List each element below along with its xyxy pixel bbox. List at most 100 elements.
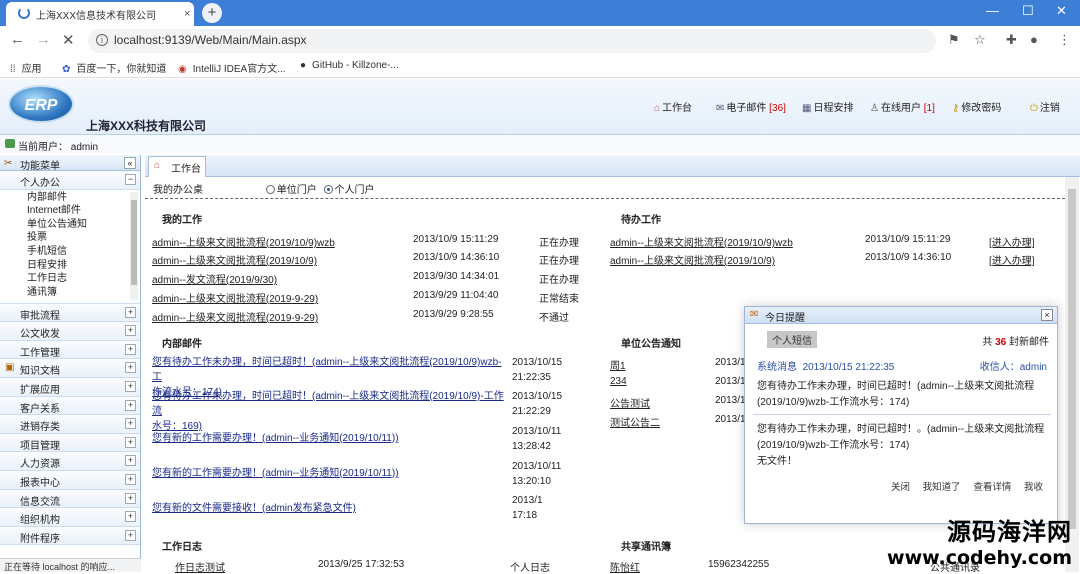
work-link[interactable]: admin--上级来文阅批流程(2019/10/9) [152, 252, 317, 267]
close-window-icon[interactable]: ✕ [1056, 3, 1067, 19]
watermark: 源码海洋网 www.codehy.com [887, 518, 1072, 569]
header-link-workbench[interactable]: ⌂ 工作台 [654, 99, 692, 114]
sidebar-section[interactable]: 附件程序 + [0, 526, 140, 546]
header-link-schedule[interactable]: ▦ 日程安排 [802, 99, 853, 114]
browser-tab[interactable]: 上海XXX信息技术有限公司 × [6, 2, 194, 26]
expand-plus-icon[interactable]: + [125, 380, 136, 392]
menu-icon[interactable]: ⋮ [1058, 32, 1071, 48]
sidebar-title: ✂ 功能菜单 « [0, 155, 140, 172]
popup-close-button[interactable]: × [1041, 309, 1053, 321]
address-bar[interactable]: i localhost:9139/Web/Main/Main.aspx [88, 29, 936, 53]
expand-plus-icon[interactable]: + [125, 529, 136, 541]
scroll-thumb[interactable] [131, 199, 137, 285]
expand-plus-icon[interactable]: + [125, 492, 136, 504]
sidebar-section[interactable]: 客户关系 + [0, 396, 140, 416]
expand-plus-icon[interactable]: + [125, 511, 136, 523]
sidebar-item[interactable]: 日程安排 [27, 259, 140, 273]
expand-plus-icon[interactable]: + [125, 399, 136, 411]
bookmark-intellij[interactable]: ◉ IntelliJ IDEA官方文... [178, 60, 286, 75]
new-tab-button[interactable]: + [202, 3, 222, 23]
sidebar-section[interactable]: 公文收发 + [0, 322, 140, 341]
bookmark-github[interactable]: ● GitHub - Killzone-... [300, 60, 399, 71]
sidebar-section[interactable]: 扩展应用 + [0, 377, 140, 397]
sidebar-section[interactable]: 报表中心 + [0, 470, 140, 490]
expand-plus-icon[interactable]: + [125, 455, 136, 467]
tab-workbench[interactable]: ⌂ 工作台 [148, 156, 206, 177]
popup-details-link[interactable]: 查看详情 [973, 482, 1011, 493]
expand-plus-icon[interactable]: + [125, 418, 136, 430]
notice-link[interactable]: 测试公告二 [610, 414, 660, 429]
github-icon: ● [300, 60, 307, 71]
forward-icon[interactable]: → [36, 31, 51, 48]
radio-personal-portal[interactable]: 个人门户 [323, 185, 375, 196]
expand-plus-icon[interactable]: + [125, 343, 136, 355]
back-icon[interactable]: ← [10, 31, 25, 48]
info-icon[interactable]: i [96, 34, 108, 46]
expand-plus-icon[interactable]: + [125, 436, 136, 448]
bookmark-baidu[interactable]: ✿ 百度一下，你就知道 [62, 60, 166, 75]
popup-message: 无文件！ [757, 456, 797, 467]
scroll-thumb[interactable] [1068, 189, 1076, 529]
mail-row[interactable]: 您有新的工作需要办理！(admin--业务通知(2019/10/11)) [152, 466, 507, 481]
popup-tab-sms[interactable]: 个人短信 [767, 331, 817, 348]
expand-plus-icon[interactable]: + [125, 362, 136, 374]
sidebar-item[interactable]: 工作日志 [27, 272, 140, 286]
sidebar-section[interactable]: ▣ 知识文档 + [0, 359, 140, 378]
enter-process-link[interactable]: [进入办理] [989, 234, 1035, 249]
profile-icon[interactable]: ● [1030, 32, 1038, 47]
tab-title: 上海XXX信息技术有限公司 [36, 11, 157, 22]
sidebar-section[interactable]: 组织机构 + [0, 508, 140, 527]
star-icon[interactable]: ☆ [974, 32, 986, 48]
notice-link[interactable]: 公告测试 [610, 395, 650, 410]
todo-link[interactable]: admin--上级来文阅批流程(2019/10/9) [610, 252, 775, 267]
radio-icon[interactable] [265, 185, 275, 194]
sidebar-section[interactable]: 人力资源 + [0, 452, 140, 471]
popup-close-link[interactable]: 关闭 [891, 482, 910, 493]
work-link[interactable]: admin--上级来文阅批流程(2019-9-29) [152, 309, 318, 324]
sidebar-scrollbar[interactable] [130, 191, 138, 300]
sidebar-section[interactable]: 审批流程 + [0, 303, 140, 323]
popup-acknowledge-link[interactable]: 我知道了 [923, 482, 961, 493]
sidebar-section[interactable]: 信息交流 + [0, 489, 140, 509]
notice-link[interactable]: 234 [610, 376, 627, 387]
sidebar-section-personal[interactable]: 个人办公 − [0, 171, 140, 190]
sidebar-section[interactable]: 工作管理 + [0, 340, 140, 360]
sidebar-item[interactable]: 内部邮件 [27, 191, 140, 205]
sidebar-section[interactable]: 项目管理 + [0, 433, 140, 453]
sidebar-item[interactable]: 投票 [27, 231, 140, 245]
translate-icon[interactable]: ⚑ [948, 32, 960, 48]
header-link-change-password[interactable]: ⚷ 修改密码 [952, 99, 1001, 114]
expand-plus-icon[interactable]: + [125, 306, 136, 318]
mail-row[interactable]: 您有待办工作未办理，时间已超时！(admin--上级来文阅批流程(2019/10… [152, 389, 507, 434]
work-link[interactable]: admin--发文流程(2019/9/30) [152, 271, 277, 286]
minimize-icon[interactable]: — [986, 3, 999, 18]
popup-receive-link[interactable]: 我收 [1024, 482, 1043, 493]
work-link[interactable]: admin--上级来文阅批流程(2019/10/9)wzb [152, 234, 335, 249]
expand-plus-icon[interactable]: + [125, 325, 136, 337]
collapse-minus-icon[interactable]: − [125, 174, 136, 185]
notice-link[interactable]: 周1 [610, 357, 626, 372]
sidebar-item[interactable]: Internet邮件 [27, 204, 140, 218]
sidebar-collapse-button[interactable]: « [124, 157, 136, 169]
radio-selected-icon[interactable] [323, 185, 333, 194]
sidebar-section[interactable]: 进销存类 + [0, 415, 140, 434]
mail-row[interactable]: 您有新的工作需要办理！(admin--业务通知(2019/10/11)) [152, 431, 507, 446]
expand-plus-icon[interactable]: + [125, 473, 136, 485]
header-link-online-users[interactable]: ♙ 在线用户 [1] [870, 99, 935, 114]
header-link-logout[interactable]: ⏻ 注销 [1030, 99, 1060, 114]
stop-icon[interactable]: ✕ [62, 31, 75, 49]
enter-process-link[interactable]: [进入办理] [989, 252, 1035, 267]
sidebar-item[interactable]: 手机短信 [27, 245, 140, 259]
bookmark-apps[interactable]: ⁞⁞ 应用 [10, 60, 42, 75]
sidebar-item[interactable]: 通讯簿 [27, 286, 140, 300]
loading-spinner-icon [18, 7, 30, 19]
tab-close-icon[interactable]: × [184, 8, 190, 20]
work-link[interactable]: admin--上级来文阅批流程(2019-9-29) [152, 290, 318, 305]
extensions-icon[interactable]: ✚ [1006, 32, 1017, 48]
header-link-email[interactable]: ✉ 电子邮件 [36] [716, 99, 786, 114]
todo-link[interactable]: admin--上级来文阅批流程(2019/10/9)wzb [610, 234, 793, 249]
radio-unit-portal[interactable]: 单位门户 [265, 185, 317, 196]
sidebar-item[interactable]: 单位公告通知 [27, 218, 140, 232]
mail-row[interactable]: 您有新的文件需要接收！(admin发布紧急文件) [152, 501, 507, 516]
maximize-icon[interactable]: ☐ [1022, 3, 1034, 19]
